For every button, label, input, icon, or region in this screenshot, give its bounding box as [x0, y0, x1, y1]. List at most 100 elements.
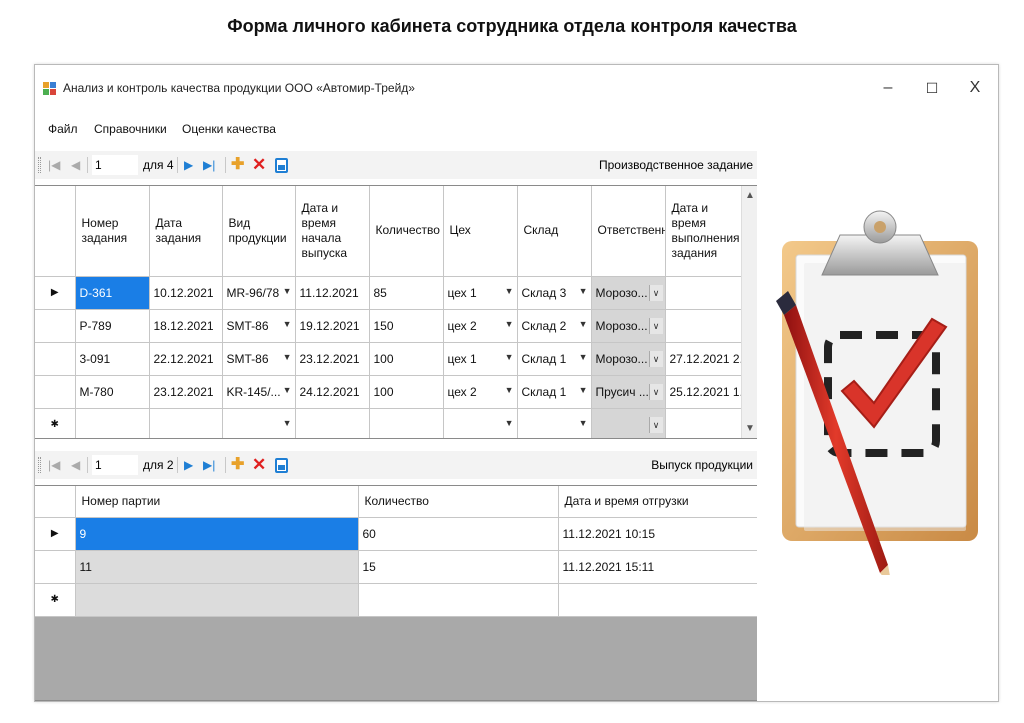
cell-completion-datetime[interactable] [665, 309, 742, 343]
scroll-up-icon[interactable]: ▲ [742, 190, 757, 201]
cell-completion-datetime[interactable]: 27.12.2021 2... [665, 342, 742, 376]
dropdown-arrow-icon[interactable]: ▼ [579, 319, 588, 329]
new-row-icon[interactable]: ✱ [35, 583, 76, 617]
dropdown-arrow-icon[interactable]: ▼ [505, 286, 514, 296]
cell-responsible[interactable]: Морозо... ∨ [591, 342, 666, 376]
cell-product-type[interactable]: SMT-86 ▼ [222, 342, 296, 376]
maximize-button[interactable]: ☐ [917, 77, 947, 99]
cell-workshop[interactable]: цех 1 ▼ [443, 342, 518, 376]
save-icon[interactable] [275, 158, 288, 173]
dropdown-arrow-icon[interactable]: ▼ [283, 385, 292, 395]
table-row[interactable]: ▶ 9 60 11.12.2021 10:15 [35, 517, 757, 551]
dropdown-arrow-icon[interactable]: ▼ [579, 286, 588, 296]
cell-quantity[interactable]: 85 [369, 276, 444, 310]
cell-responsible[interactable]: Прусич ... ∨ [591, 375, 666, 409]
new-cell[interactable] [75, 408, 150, 438]
dropdown-arrow-icon[interactable]: ▼ [505, 352, 514, 362]
cell-responsible[interactable]: Морозо... ∨ [591, 309, 666, 343]
table-row[interactable]: 3-091 22.12.2021 SMT-86 ▼ 23.12.2021 100 … [35, 342, 742, 376]
current-row-icon[interactable]: ▶ [35, 276, 76, 310]
menu-references[interactable]: Справочники [94, 122, 167, 136]
cell-task-number[interactable]: D-361 [75, 276, 150, 310]
chevron-down-icon[interactable]: ∨ [648, 317, 663, 334]
add-icon[interactable]: ✚ [231, 151, 244, 179]
cell-task-date[interactable]: 22.12.2021 [149, 342, 223, 376]
cell-warehouse[interactable]: Склад 1 ▼ [517, 342, 592, 376]
cell-batch-number[interactable]: 9 [75, 517, 359, 551]
dropdown-arrow-icon[interactable]: ▼ [283, 319, 292, 329]
dropdown-arrow-icon[interactable]: ▼ [283, 352, 292, 362]
chevron-down-icon[interactable]: ∨ [648, 284, 663, 301]
cell-task-number[interactable]: P-789 [75, 309, 150, 343]
toolbar-grip-icon[interactable] [38, 157, 41, 173]
row-header[interactable] [35, 375, 76, 409]
new-cell[interactable]: ∨ [591, 408, 666, 438]
save-icon[interactable] [275, 458, 288, 473]
new-cell[interactable]: ▼ [443, 408, 518, 438]
col-batch-quantity[interactable]: Количество [358, 486, 559, 518]
col-quantity[interactable]: Количество [369, 186, 444, 277]
new-cell[interactable] [149, 408, 223, 438]
new-cell[interactable] [295, 408, 370, 438]
new-cell[interactable] [665, 408, 742, 438]
position-input[interactable]: 1 [92, 455, 138, 475]
cell-task-number[interactable]: 3-091 [75, 342, 150, 376]
cell-completion-datetime[interactable] [665, 276, 742, 310]
cell-quantity[interactable]: 150 [369, 309, 444, 343]
current-row-icon[interactable]: ▶ [35, 517, 76, 551]
cell-start-datetime[interactable]: 23.12.2021 [295, 342, 370, 376]
new-row[interactable]: ✱ [35, 583, 757, 617]
dropdown-arrow-icon[interactable]: ▼ [283, 418, 292, 428]
cell-responsible[interactable]: Морозо... ∨ [591, 276, 666, 310]
col-responsible[interactable]: Ответственны [591, 186, 666, 277]
chevron-down-icon[interactable]: ∨ [648, 416, 663, 433]
minimize-button[interactable]: – [873, 77, 903, 99]
cell-quantity[interactable]: 100 [369, 375, 444, 409]
dropdown-arrow-icon[interactable]: ▼ [283, 286, 292, 296]
row-header[interactable] [35, 309, 76, 343]
cell-batch-number[interactable]: 11 [75, 550, 359, 584]
table-row[interactable]: 11 15 11.12.2021 15:11 [35, 550, 757, 584]
dropdown-arrow-icon[interactable]: ▼ [579, 385, 588, 395]
new-cell[interactable] [358, 583, 559, 617]
prev-record-icon[interactable]: ◀ [71, 151, 80, 179]
col-workshop[interactable]: Цех [443, 186, 518, 277]
col-shipment-datetime[interactable]: Дата и время отгрузки [558, 486, 757, 518]
cell-start-datetime[interactable]: 24.12.2021 [295, 375, 370, 409]
table-row[interactable]: M-780 23.12.2021 KR-145/... ▼ 24.12.2021 … [35, 375, 742, 409]
cell-warehouse[interactable]: Склад 1 ▼ [517, 375, 592, 409]
new-row[interactable]: ✱ ▼ ▼ ▼ ∨ [35, 408, 742, 438]
col-completion-datetime[interactable]: Дата и время выполнения задания [665, 186, 742, 277]
first-record-icon[interactable]: |◀ [48, 151, 60, 179]
delete-icon[interactable]: ✕ [252, 151, 266, 179]
col-product-type[interactable]: Вид продукции [222, 186, 296, 277]
dropdown-arrow-icon[interactable]: ▼ [579, 352, 588, 362]
cell-quantity[interactable]: 100 [369, 342, 444, 376]
dropdown-arrow-icon[interactable]: ▼ [505, 319, 514, 329]
cell-shipment-datetime[interactable]: 11.12.2021 10:15 [558, 517, 757, 551]
cell-warehouse[interactable]: Склад 3 ▼ [517, 276, 592, 310]
last-record-icon[interactable]: ▶| [203, 451, 215, 479]
prev-record-icon[interactable]: ◀ [71, 451, 80, 479]
vertical-scrollbar[interactable]: ▲ ▼ [741, 186, 757, 438]
cell-workshop[interactable]: цех 1 ▼ [443, 276, 518, 310]
scroll-down-icon[interactable]: ▼ [742, 423, 757, 434]
cell-batch-quantity[interactable]: 15 [358, 550, 559, 584]
col-start-datetime[interactable]: Дата и время начала выпуска [295, 186, 370, 277]
dropdown-arrow-icon[interactable]: ▼ [505, 418, 514, 428]
cell-workshop[interactable]: цех 2 ▼ [443, 309, 518, 343]
cell-task-number[interactable]: M-780 [75, 375, 150, 409]
row-header[interactable] [35, 342, 76, 376]
cell-task-date[interactable]: 23.12.2021 [149, 375, 223, 409]
col-warehouse[interactable]: Склад [517, 186, 592, 277]
chevron-down-icon[interactable]: ∨ [648, 383, 663, 400]
next-record-icon[interactable]: ▶ [184, 451, 193, 479]
first-record-icon[interactable]: |◀ [48, 451, 60, 479]
add-icon[interactable]: ✚ [231, 451, 244, 479]
cell-product-type[interactable]: MR-96/78 ▼ [222, 276, 296, 310]
new-cell[interactable] [369, 408, 444, 438]
delete-icon[interactable]: ✕ [252, 451, 266, 479]
cell-shipment-datetime[interactable]: 11.12.2021 15:11 [558, 550, 757, 584]
close-button[interactable]: X [960, 77, 990, 99]
cell-completion-datetime[interactable]: 25.12.2021 1... [665, 375, 742, 409]
